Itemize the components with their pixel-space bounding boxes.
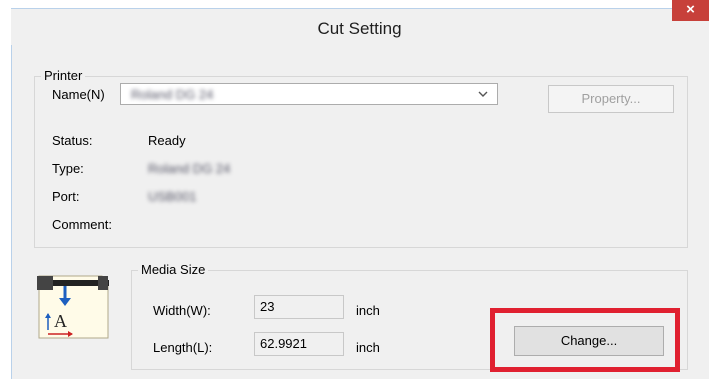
length-label: Length(L): [153, 340, 213, 355]
property-button[interactable]: Property... [548, 85, 674, 113]
width-label: Width(W): [153, 303, 211, 318]
svg-text:A: A [54, 311, 67, 331]
type-value: Roland DG 24 [148, 161, 231, 176]
title-bar: Cut Setting [11, 9, 708, 45]
length-field[interactable]: 62.9921 [254, 332, 344, 356]
length-unit: inch [356, 340, 380, 355]
status-label: Status: [52, 133, 93, 148]
width-field[interactable]: 23 [254, 295, 344, 319]
close-icon: × [686, 1, 695, 18]
change-button-highlight [490, 308, 680, 372]
width-unit: inch [356, 303, 380, 318]
media-cutter-icon: A [37, 275, 109, 339]
status-value: Ready [148, 133, 186, 148]
close-button[interactable]: × [672, 0, 709, 21]
printer-name-select[interactable]: Roland DG 24 [120, 83, 498, 105]
media-size-legend: Media Size [138, 262, 209, 277]
type-label: Type: [52, 161, 84, 176]
port-value: USB001 [148, 189, 197, 204]
printer-name-value: Roland DG 24 [131, 87, 214, 102]
window-title: Cut Setting [317, 19, 402, 38]
comment-label: Comment: [52, 217, 112, 232]
chevron-down-icon [478, 91, 488, 97]
printer-group-legend: Printer [41, 68, 86, 83]
printer-name-label: Name(N) [52, 87, 105, 102]
port-label: Port: [52, 189, 80, 204]
